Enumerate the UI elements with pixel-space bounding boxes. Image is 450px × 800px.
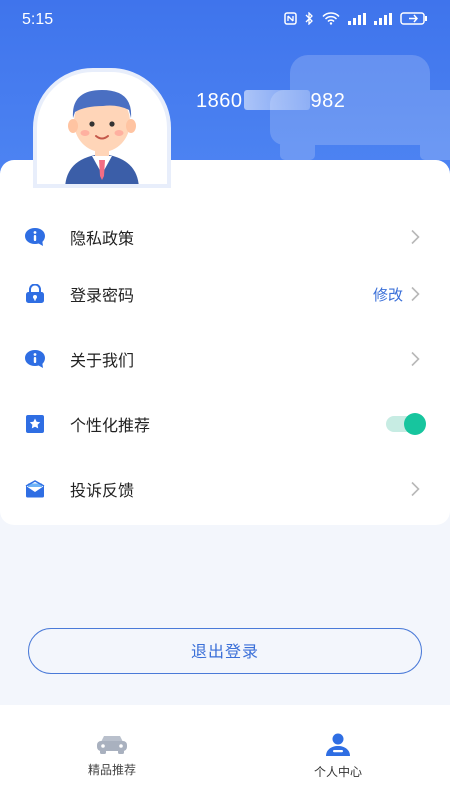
car-icon bbox=[97, 736, 127, 754]
menu-item-label: 隐私政策 bbox=[70, 229, 135, 248]
person-icon bbox=[326, 733, 350, 756]
lock-icon bbox=[26, 284, 44, 303]
chevron-right-icon bbox=[411, 481, 420, 497]
status-icons bbox=[284, 12, 428, 25]
info-bubble-icon bbox=[25, 228, 45, 246]
avatar[interactable] bbox=[33, 68, 171, 188]
wifi-icon bbox=[322, 12, 340, 25]
tab-featured[interactable]: 精品推荐 bbox=[52, 733, 172, 778]
toggle-knob bbox=[404, 413, 426, 435]
chevron-right-icon bbox=[411, 351, 420, 367]
avatar-person-icon bbox=[65, 90, 139, 184]
menu-item-label: 个性化推荐 bbox=[70, 416, 151, 435]
menu-item-privacy-policy[interactable]: 隐私政策 bbox=[0, 212, 450, 262]
phone-mask bbox=[243, 90, 310, 110]
menu-item-label: 登录密码 bbox=[70, 286, 135, 305]
chevron-right-icon bbox=[411, 286, 420, 302]
menu-item-login-password[interactable]: 登录密码 修改 bbox=[0, 269, 450, 319]
tab-profile[interactable]: 个人中心 bbox=[278, 733, 398, 780]
nfc-icon bbox=[284, 12, 297, 25]
recommendation-toggle[interactable] bbox=[386, 413, 426, 435]
status-time: 5:15 bbox=[22, 11, 54, 28]
battery-charging-icon bbox=[400, 12, 427, 25]
menu-item-label: 投诉反馈 bbox=[70, 481, 135, 500]
settings-card: 隐私政策 登录密码 修改 关于我们 个性化推荐 投诉反馈 bbox=[0, 160, 450, 525]
logout-button[interactable]: 退出登录 bbox=[28, 628, 422, 674]
menu-item-label: 关于我们 bbox=[70, 351, 135, 370]
menu-item-complaint-feedback[interactable]: 投诉反馈 bbox=[0, 464, 450, 514]
tab-label: 精品推荐 bbox=[87, 763, 136, 777]
phone-suffix: 982 bbox=[310, 90, 346, 112]
menu-item-personalized-recommendation: 个性化推荐 bbox=[0, 399, 450, 449]
modify-link[interactable]: 修改 bbox=[373, 284, 403, 305]
menu-item-about-us[interactable]: 关于我们 bbox=[0, 334, 450, 384]
bookmark-star-icon bbox=[26, 415, 44, 433]
mail-icon bbox=[25, 480, 45, 498]
status-bar: 5:15 bbox=[0, 0, 450, 40]
phone-number: 1860 982 bbox=[196, 90, 345, 113]
signal-icon bbox=[374, 12, 392, 25]
bluetooth-icon bbox=[305, 12, 313, 25]
phone-prefix: 1860 bbox=[196, 90, 243, 112]
bottom-tab-bar: 精品推荐 个人中心 bbox=[0, 705, 450, 800]
tab-label: 个人中心 bbox=[313, 765, 362, 779]
info-bubble-icon bbox=[25, 350, 45, 368]
chevron-right-icon bbox=[411, 229, 420, 245]
signal-icon bbox=[348, 12, 366, 25]
